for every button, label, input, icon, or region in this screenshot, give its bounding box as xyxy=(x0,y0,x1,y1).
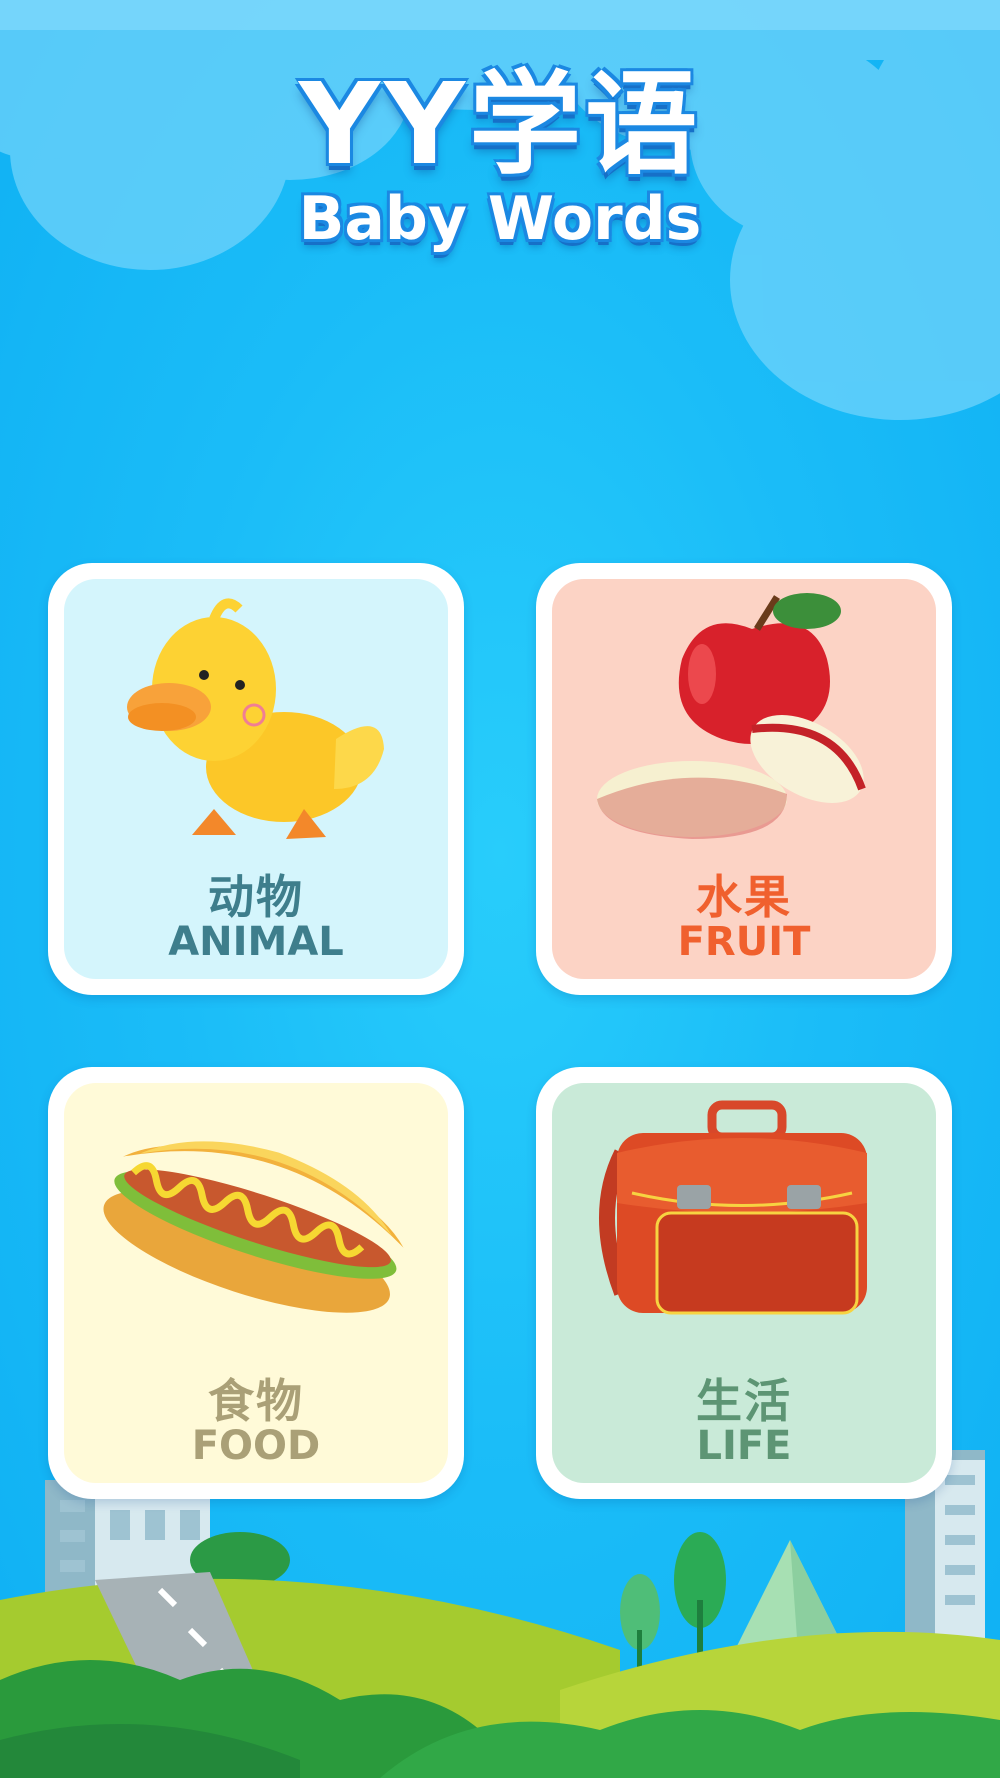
category-label-cn: 动物 xyxy=(208,870,304,924)
app-header: YY学语 Baby Words xyxy=(0,60,1000,254)
category-card-food[interactable]: 食物 FOOD xyxy=(48,1067,464,1499)
category-label-cn: 生活 xyxy=(696,1374,792,1428)
clouds-top-edge xyxy=(0,0,1000,30)
category-card-life[interactable]: 生活 LIFE xyxy=(536,1067,952,1499)
app-subtitle: Baby Words xyxy=(298,184,702,254)
category-label-en: FRUIT xyxy=(677,919,811,965)
app-title: YY学语 xyxy=(298,60,702,190)
category-label-en: ANIMAL xyxy=(168,919,344,965)
category-label-en: LIFE xyxy=(696,1423,792,1469)
duck-icon xyxy=(127,598,384,839)
category-label-cn: 食物 xyxy=(208,1374,304,1428)
apple-icon xyxy=(597,593,866,839)
category-label-cn: 水果 xyxy=(696,870,792,924)
category-card-fruit[interactable]: 水果 FRUIT xyxy=(536,563,952,995)
hotdog-icon xyxy=(103,1141,404,1313)
backpack-icon xyxy=(599,1100,867,1315)
category-label-en: FOOD xyxy=(191,1423,321,1469)
category-card-animal[interactable]: 动物 ANIMAL xyxy=(48,563,464,995)
